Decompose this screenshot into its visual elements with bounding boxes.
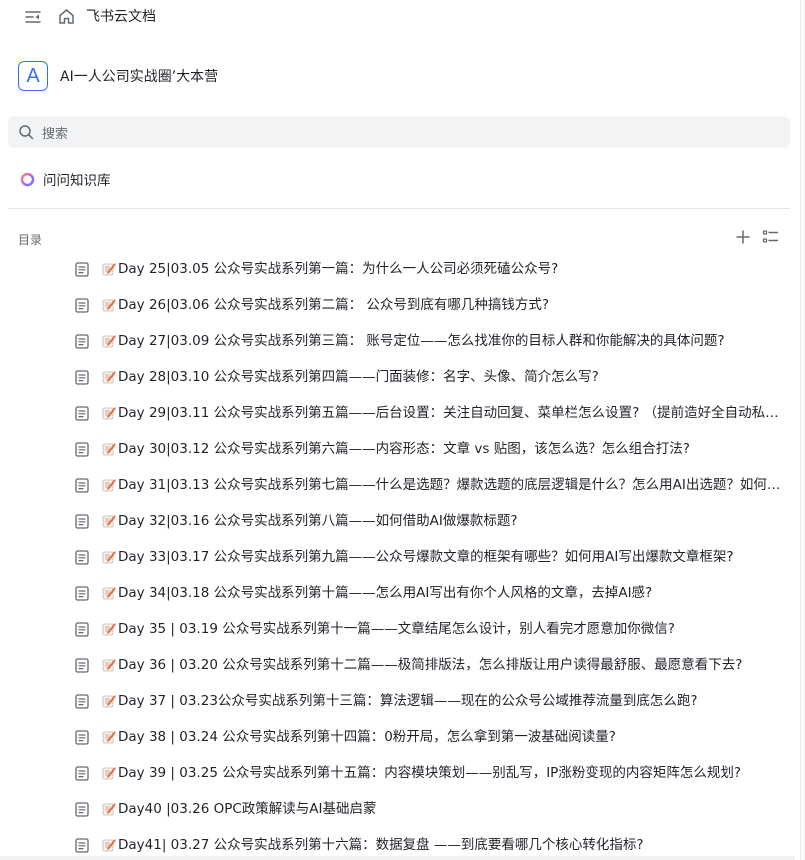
directory-item-title: Day 34|03.18 公众号实战系列第十篇——怎么用AI写出有你个人风格的文… bbox=[118, 585, 653, 601]
directory-item[interactable]: Day40 |03.26 OPC政策解读与AI基础启蒙 bbox=[0, 791, 795, 827]
directory-item-title: Day 36 | 03.20 公众号实战系列第十二篇——极简排版法，怎么排版让用… bbox=[118, 657, 743, 673]
directory-item[interactable]: Day 28|03.10 公众号实战系列第四篇——门面装修：名字、头像、简介怎么… bbox=[0, 359, 795, 395]
document-icon bbox=[75, 298, 89, 313]
app-title: 飞书云文档 bbox=[86, 9, 156, 25]
document-icon bbox=[75, 514, 89, 529]
directory-item[interactable]: Day 31|03.13 公众号实战系列第七篇——什么是选题？爆款选题的底层逻辑… bbox=[0, 467, 795, 503]
divider bbox=[8, 208, 790, 209]
memo-emoji-icon bbox=[102, 766, 116, 780]
workspace-header[interactable]: A AI一人公司实战圈’大本营 bbox=[18, 60, 218, 92]
ai-sparkle-icon bbox=[20, 172, 35, 186]
directory-item[interactable]: Day 26|03.06 公众号实战系列第二篇： 公众号到底有哪几种搞钱方式? bbox=[0, 287, 795, 323]
workspace-logo: A bbox=[18, 61, 48, 91]
sidebar-collapse-icon[interactable] bbox=[24, 8, 42, 26]
memo-emoji-icon bbox=[102, 622, 116, 636]
document-icon bbox=[75, 370, 89, 385]
document-icon bbox=[75, 766, 89, 781]
memo-emoji-icon bbox=[102, 838, 116, 852]
directory-item[interactable]: Day 34|03.18 公众号实战系列第十篇——怎么用AI写出有你个人风格的文… bbox=[0, 575, 795, 611]
document-icon bbox=[75, 838, 89, 853]
directory-item-title: Day 26|03.06 公众号实战系列第二篇： 公众号到底有哪几种搞钱方式? bbox=[118, 297, 550, 313]
directory-item[interactable]: Day 39 | 03.25 公众号实战系列第十五篇：内容模块策划——别乱写，I… bbox=[0, 755, 795, 791]
document-icon bbox=[75, 622, 89, 637]
directory-item-title: Day 32|03.16 公众号实战系列第八篇——如何借助AI做爆款标题? bbox=[118, 513, 518, 529]
workspace-logo-letter: A bbox=[26, 64, 40, 87]
search-icon bbox=[19, 125, 34, 140]
directory-title: 目录 bbox=[18, 233, 43, 247]
directory-item-title: Day 39 | 03.25 公众号实战系列第十五篇：内容模块策划——别乱写，I… bbox=[118, 765, 741, 781]
directory-item-title: Day 25|03.05 公众号实战系列第一篇：为什么一人公司必须死磕公众号? bbox=[118, 261, 559, 277]
directory-item-title: Day40 |03.26 OPC政策解读与AI基础启蒙 bbox=[118, 801, 377, 817]
memo-emoji-icon bbox=[102, 694, 116, 708]
document-icon bbox=[75, 406, 89, 421]
directory-item-title: Day 38 | 03.24 公众号实战系列第十四篇：0粉开局，怎么拿到第一波基… bbox=[118, 729, 616, 745]
memo-emoji-icon bbox=[102, 262, 116, 276]
list-view-icon[interactable] bbox=[762, 229, 779, 245]
search-placeholder: 搜索 bbox=[42, 126, 69, 142]
directory-item[interactable]: Day 37 | 03.23公众号实战系列第十三篇：算法逻辑——现在的公众号公域… bbox=[0, 683, 795, 719]
search-input[interactable]: 搜索 bbox=[8, 116, 790, 148]
document-icon bbox=[75, 262, 89, 277]
memo-emoji-icon bbox=[102, 298, 116, 312]
memo-emoji-icon bbox=[102, 658, 116, 672]
memo-emoji-icon bbox=[102, 550, 116, 564]
bottom-edge bbox=[0, 856, 795, 860]
page: 飞书云文档 A AI一人公司实战圈’大本营 搜索 问问知识库 目录 Day 25… bbox=[0, 0, 805, 860]
directory-item-title: Day41| 03.27 公众号实战系列第十六篇：数据复盘 ——到底要看哪几个核… bbox=[118, 837, 644, 853]
directory-item[interactable]: Day 35 | 03.19 公众号实战系列第十一篇——文章结尾怎么设计，别人看… bbox=[0, 611, 795, 647]
memo-emoji-icon bbox=[102, 802, 116, 816]
document-icon bbox=[75, 802, 89, 817]
memo-emoji-icon bbox=[102, 442, 116, 456]
scrollbar-track[interactable] bbox=[800, 0, 805, 860]
directory-item[interactable]: Day 33|03.17 公众号实战系列第九篇——公众号爆款文章的框架有哪些？如… bbox=[0, 539, 795, 575]
directory-item-title: Day 31|03.13 公众号实战系列第七篇——什么是选题？爆款选题的底层逻辑… bbox=[118, 477, 790, 493]
memo-emoji-icon bbox=[102, 334, 116, 348]
ask-knowledge-base-label: 问问知识库 bbox=[43, 173, 111, 189]
directory-item[interactable]: Day 27|03.09 公众号实战系列第三篇： 账号定位——怎么找准你的目标人… bbox=[0, 323, 795, 359]
directory-item-title: Day 28|03.10 公众号实战系列第四篇——门面装修：名字、头像、简介怎么… bbox=[118, 369, 599, 385]
memo-emoji-icon bbox=[102, 514, 116, 528]
document-icon bbox=[75, 478, 89, 493]
top-bar: 飞书云文档 bbox=[0, 0, 795, 34]
directory-item[interactable]: Day 25|03.05 公众号实战系列第一篇：为什么一人公司必须死磕公众号? bbox=[0, 251, 795, 287]
directory-item[interactable]: Day 29|03.11 公众号实战系列第五篇——后台设置：关注自动回复、菜单栏… bbox=[0, 395, 795, 431]
directory-item-title: Day 33|03.17 公众号实战系列第九篇——公众号爆款文章的框架有哪些？如… bbox=[118, 549, 734, 565]
memo-emoji-icon bbox=[102, 730, 116, 744]
directory-item[interactable]: Day 36 | 03.20 公众号实战系列第十二篇——极简排版法，怎么排版让用… bbox=[0, 647, 795, 683]
memo-emoji-icon bbox=[102, 586, 116, 600]
directory-item[interactable]: Day 30|03.12 公众号实战系列第六篇——内容形态：文章 vs 贴图，该… bbox=[0, 431, 795, 467]
ask-knowledge-base-button[interactable]: 问问知识库 bbox=[20, 168, 111, 190]
memo-emoji-icon bbox=[102, 406, 116, 420]
memo-emoji-icon bbox=[102, 370, 116, 384]
add-icon[interactable] bbox=[735, 229, 751, 245]
memo-emoji-icon bbox=[102, 478, 116, 492]
document-icon bbox=[75, 694, 89, 709]
home-icon[interactable] bbox=[58, 8, 75, 25]
directory-item[interactable]: Day 32|03.16 公众号实战系列第八篇——如何借助AI做爆款标题? bbox=[0, 503, 795, 539]
document-icon bbox=[75, 586, 89, 601]
directory-item-title: Day 27|03.09 公众号实战系列第三篇： 账号定位——怎么找准你的目标人… bbox=[118, 333, 725, 349]
workspace-name: AI一人公司实战圈’大本营 bbox=[60, 69, 219, 85]
directory-item-title: Day 30|03.12 公众号实战系列第六篇——内容形态：文章 vs 贴图，该… bbox=[118, 441, 690, 457]
directory-item-title: Day 29|03.11 公众号实战系列第五篇——后台设置：关注自动回复、菜单栏… bbox=[118, 405, 790, 421]
directory-item-title: Day 37 | 03.23公众号实战系列第十三篇：算法逻辑——现在的公众号公域… bbox=[118, 693, 698, 709]
directory-list: Day 25|03.05 公众号实战系列第一篇：为什么一人公司必须死磕公众号? … bbox=[0, 251, 795, 860]
directory-item-title: Day 35 | 03.19 公众号实战系列第十一篇——文章结尾怎么设计，别人看… bbox=[118, 621, 675, 637]
document-icon bbox=[75, 442, 89, 457]
document-icon bbox=[75, 334, 89, 349]
document-icon bbox=[75, 658, 89, 673]
directory-item[interactable]: Day 38 | 03.24 公众号实战系列第十四篇：0粉开局，怎么拿到第一波基… bbox=[0, 719, 795, 755]
document-icon bbox=[75, 550, 89, 565]
document-icon bbox=[75, 730, 89, 745]
